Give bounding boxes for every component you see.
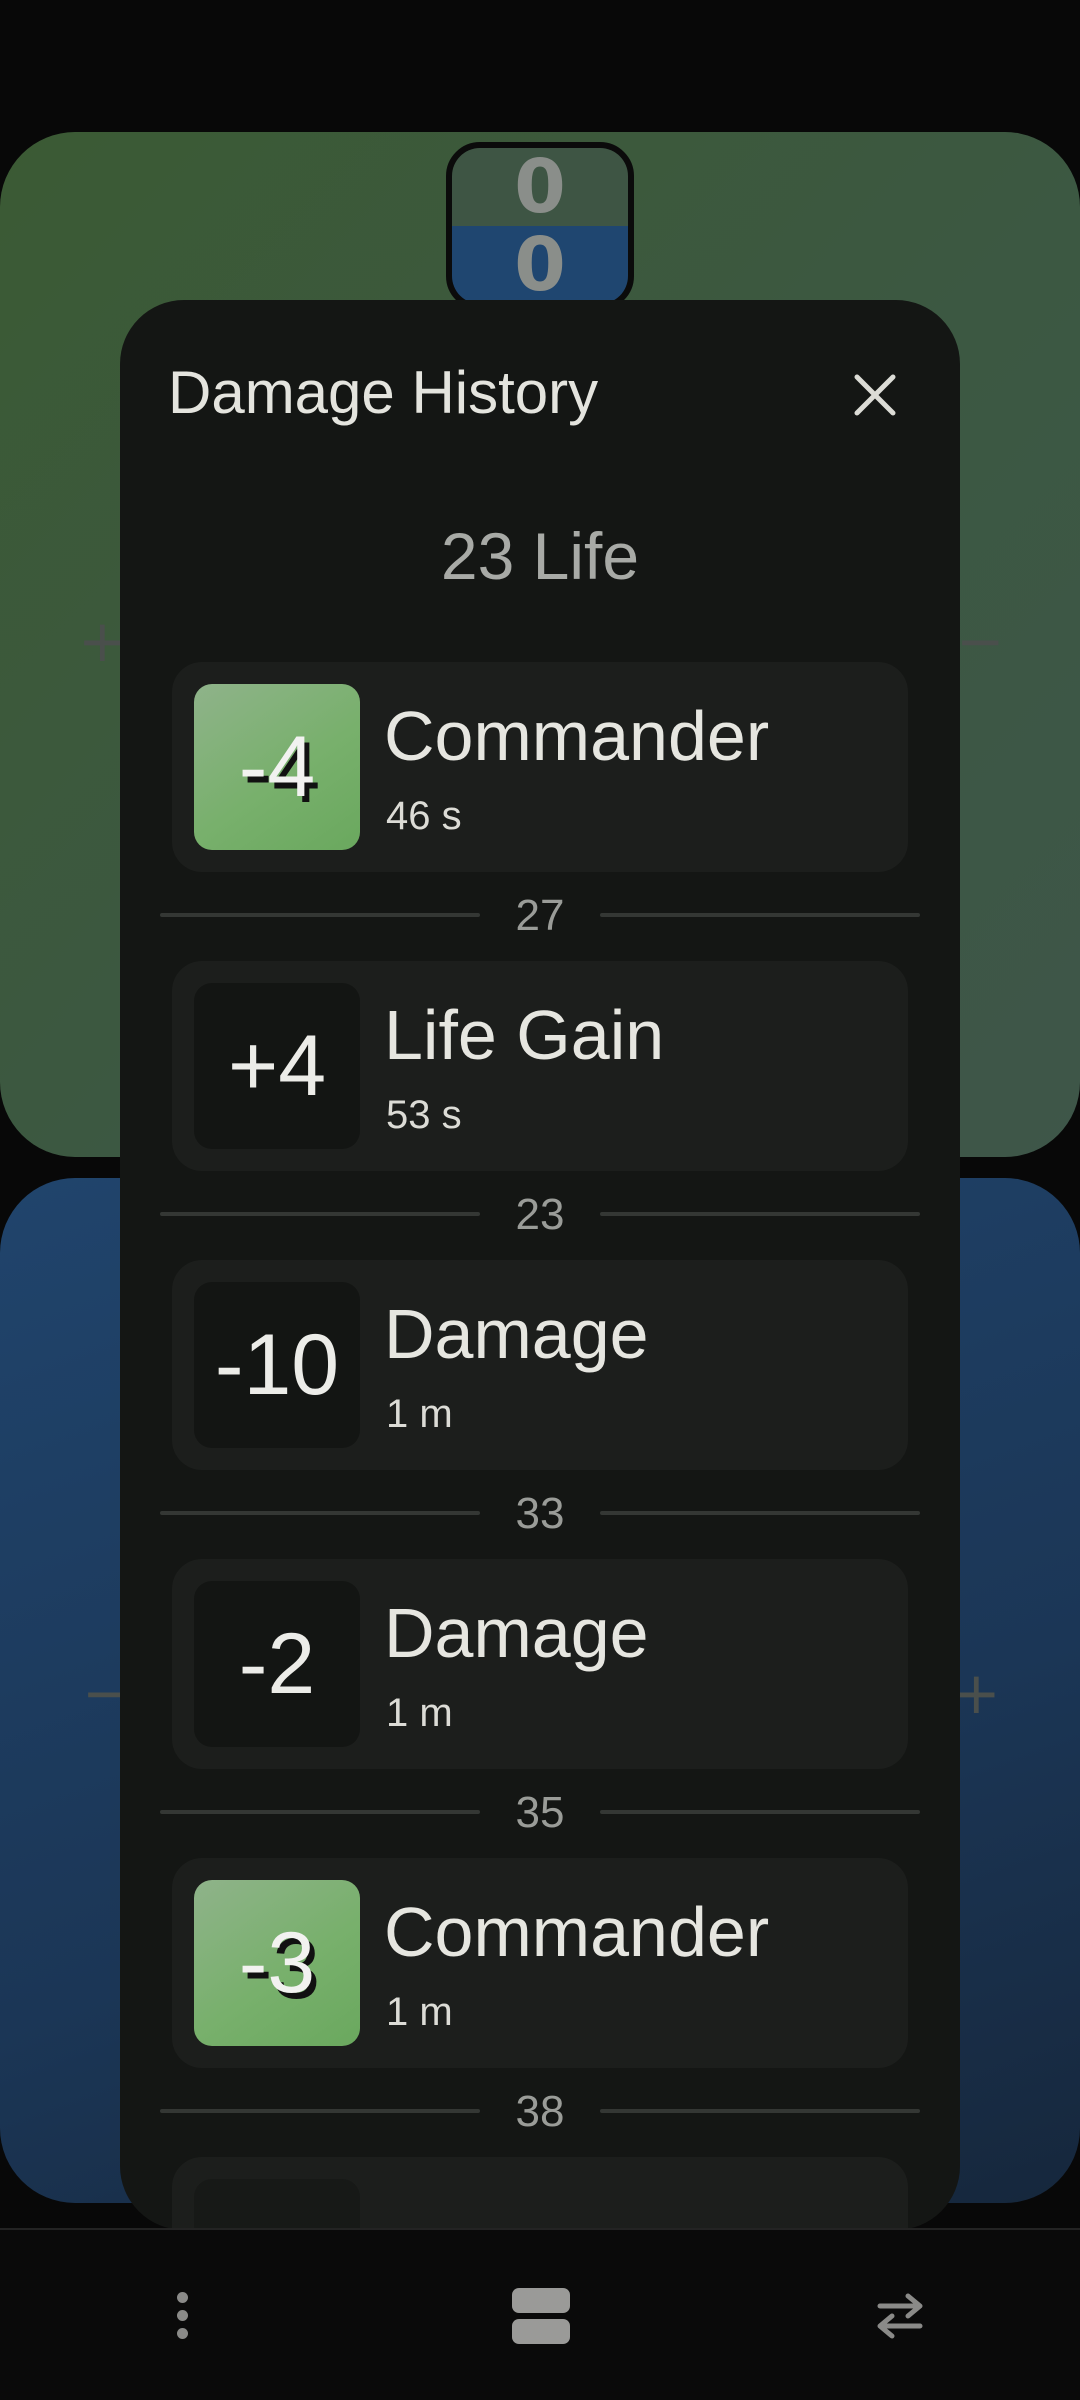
top-decrement-button[interactable]: − (956, 612, 1005, 670)
life-divider: 23 (160, 1188, 920, 1239)
history-entry[interactable]: -2 Damage 1 m (172, 1559, 908, 1769)
life-divider: 35 (160, 1786, 920, 1837)
entry-type: Commander (384, 697, 770, 775)
close-icon (854, 374, 896, 416)
change-badge: -2 (194, 1581, 360, 1747)
life-divider: 38 (160, 2085, 920, 2136)
entry-type: Life Gain (384, 996, 665, 1074)
entry-type: Damage (384, 1295, 649, 1373)
entry-time: 53 s (386, 1093, 462, 1137)
damage-history-dialog: Damage History 23 Life -4 Commander 46 s… (120, 300, 960, 2230)
bottom-bar (0, 2228, 1080, 2400)
change-badge: -10 (194, 1282, 360, 1448)
history-entry[interactable]: -4 Commander 46 s (172, 662, 908, 872)
center-counter[interactable]: 0 0 (446, 142, 634, 310)
life-divider: 33 (160, 1487, 920, 1538)
change-badge: +4 (194, 983, 360, 1149)
history-entry-partial[interactable] (172, 2157, 908, 2230)
entry-type: Commander (384, 1893, 770, 1971)
more-vert-icon[interactable] (172, 2292, 192, 2340)
entry-time: 46 s (386, 794, 462, 838)
entry-time: 1 m (386, 1990, 453, 2034)
close-button[interactable] (820, 350, 930, 440)
divider-life-value: 23 (515, 1190, 565, 1239)
entry-time: 1 m (386, 1392, 453, 1436)
dialog-title: Damage History (168, 359, 599, 426)
entry-time: 1 m (386, 1691, 453, 1735)
counter-bottom-value: 0 (452, 222, 628, 304)
change-badge: -3 (194, 1880, 360, 2046)
divider-life-value: 33 (515, 1489, 565, 1538)
entry-type: Damage (384, 1594, 649, 1672)
divider-life-value: 27 (515, 891, 565, 940)
counter-top-value: 0 (452, 148, 628, 230)
app-root: + − − + 0 0 Damage History 23 Life -4 Co… (0, 0, 1080, 2400)
divider-life-value: 38 (515, 2087, 565, 2136)
change-badge (194, 2179, 360, 2230)
history-entry[interactable]: +4 Life Gain 53 s (172, 961, 908, 1171)
layout-icon[interactable] (512, 2288, 570, 2344)
history-entry[interactable]: -10 Damage 1 m (172, 1260, 908, 1470)
life-total: 23 Life (440, 519, 640, 593)
divider-life-value: 35 (515, 1788, 565, 1837)
history-entry[interactable]: -3 Commander 1 m (172, 1858, 908, 2068)
swap-icon[interactable] (872, 2292, 928, 2340)
change-badge: -4 (194, 684, 360, 850)
life-divider: 27 (160, 889, 920, 940)
